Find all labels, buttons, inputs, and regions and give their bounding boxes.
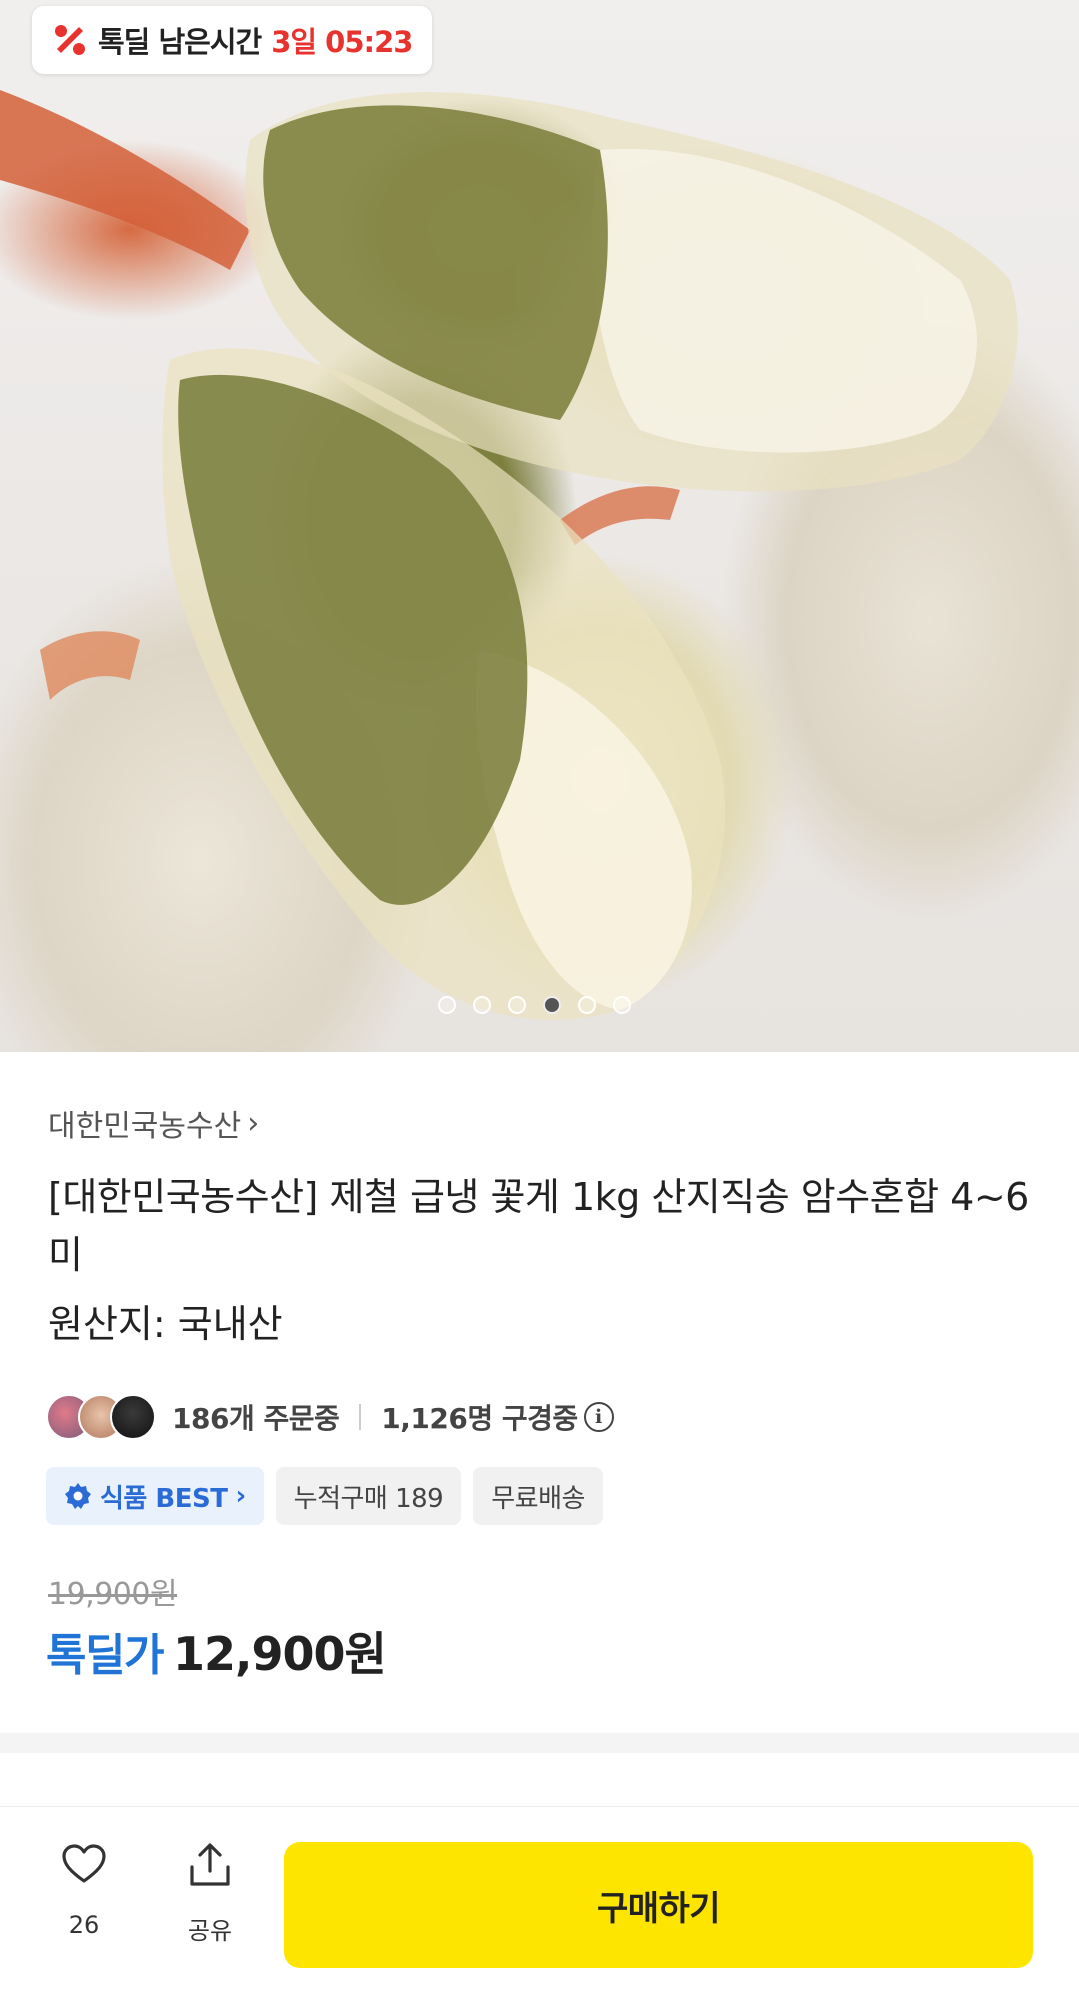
seller-name: 대한민국농수산 bbox=[48, 1109, 242, 1144]
buy-button[interactable]: 구매하기 bbox=[284, 1842, 1033, 1968]
chevron-right-icon: › bbox=[235, 1481, 246, 1511]
orders-count: 186개 주문중 bbox=[172, 1402, 340, 1435]
gallery-dot-active[interactable] bbox=[543, 996, 561, 1014]
deal-timer-badge: 톡딜 남은시간 3일 05:23 bbox=[32, 6, 433, 74]
buyer-avatars bbox=[46, 1394, 156, 1440]
avatar bbox=[110, 1394, 156, 1440]
share-icon bbox=[190, 1843, 230, 1886]
deal-price: 12,900원 bbox=[172, 1627, 387, 1681]
like-button[interactable]: 26 bbox=[52, 1841, 116, 1939]
info-icon[interactable]: i bbox=[583, 1402, 614, 1432]
gallery-dot[interactable] bbox=[473, 996, 491, 1014]
deal-timer-label: 톡딜 남은시간 bbox=[98, 25, 262, 59]
share-label: 공유 bbox=[187, 1917, 233, 1945]
gallery-pagination bbox=[438, 996, 631, 1014]
product-image[interactable]: 톡딜 남은시간 3일 05:23 bbox=[0, 0, 1079, 1052]
original-price: 19,900원 bbox=[48, 1577, 178, 1612]
badge-star-icon bbox=[65, 1483, 91, 1509]
crab-illustration bbox=[0, 90, 1018, 1020]
stats-divider bbox=[359, 1404, 362, 1430]
gallery-dot[interactable] bbox=[578, 996, 596, 1014]
viewers-count: 1,126명 구경중 bbox=[381, 1402, 578, 1435]
food-best-label: 식품 BEST bbox=[100, 1483, 228, 1514]
section-divider bbox=[0, 1733, 1079, 1753]
gallery-dot[interactable] bbox=[438, 996, 456, 1014]
bottom-action-bar: 26 공유 구매하기 bbox=[0, 1806, 1079, 1996]
heart-icon bbox=[62, 1844, 106, 1883]
deal-price-row: 톡딜가 12,900원 bbox=[46, 1618, 387, 1684]
share-button[interactable]: 공유 bbox=[178, 1841, 242, 1946]
product-origin: 원산지: 국내산 bbox=[48, 1302, 283, 1346]
seller-link[interactable]: 대한민국농수산 › bbox=[48, 1101, 259, 1145]
gallery-dot[interactable] bbox=[613, 996, 631, 1014]
gallery-dot[interactable] bbox=[508, 996, 526, 1014]
cumulative-purchase-chip: 누적구매 189 bbox=[275, 1467, 462, 1525]
free-shipping-chip: 무료배송 bbox=[473, 1467, 603, 1525]
product-tags: 식품 BEST › 누적구매 189 무료배송 bbox=[46, 1467, 603, 1525]
product-title: [대한민국농수산] 제철 급냉 꽃게 1kg 산지직송 암수혼합 4~6미 bbox=[48, 1175, 1029, 1277]
like-count: 26 bbox=[68, 1911, 100, 1939]
purchase-stats: 186개 주문중 1,126명 구경중 i bbox=[46, 1392, 614, 1442]
chevron-right-icon: › bbox=[247, 1105, 260, 1141]
food-best-chip[interactable]: 식품 BEST › bbox=[46, 1467, 264, 1525]
deal-price-label: 톡딜가 bbox=[46, 1630, 164, 1681]
deal-timer-time: 3일 05:23 bbox=[271, 25, 413, 59]
percent-deal-icon bbox=[55, 25, 85, 55]
